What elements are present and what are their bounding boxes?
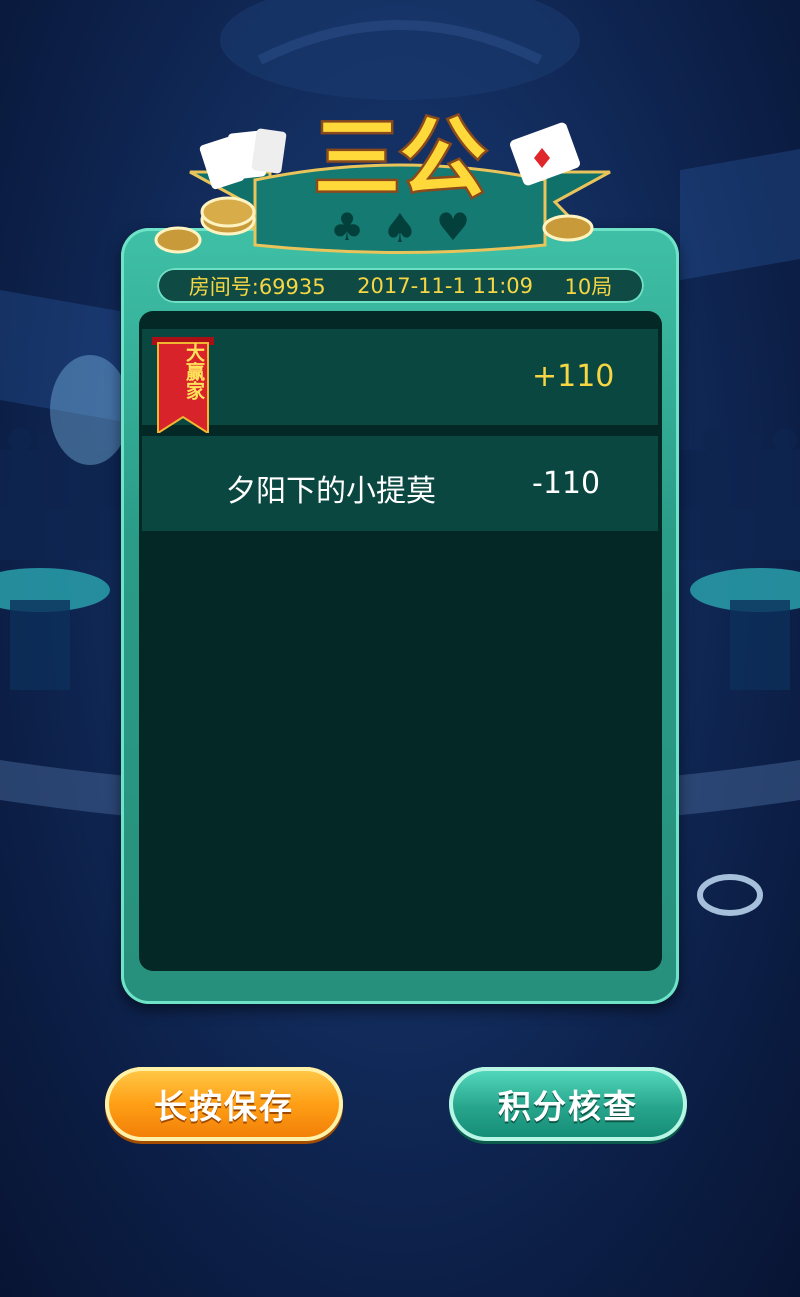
game-title: 三公 — [314, 109, 486, 209]
player-score: -110 — [532, 466, 601, 501]
heart-icon: ♥ — [436, 205, 470, 249]
save-button[interactable]: 长按保存 — [105, 1067, 343, 1141]
room-number: 房间号:69935 — [188, 274, 326, 299]
room-info-bar: 房间号:69935 2017-11-1 11:09 10局 — [157, 268, 644, 303]
spade-icon: ♠ — [382, 206, 418, 252]
winner-badge-text: 大赢家 — [183, 343, 205, 400]
score-check-button[interactable]: 积分核查 — [449, 1067, 687, 1141]
player-row-winner: 大赢家 +110 — [142, 329, 658, 433]
player-name: 夕阳下的小提莫 — [226, 474, 436, 509]
player-list: 大赢家 +110 夕阳下的小提莫 -110 — [139, 311, 662, 971]
club-icon: ♣ — [330, 205, 364, 249]
player-score: +110 — [532, 359, 615, 394]
title-banner: ♣ ♠ ♥ 三公 — [154, 107, 611, 254]
round-count: 10局 — [564, 274, 613, 299]
player-row: 夕阳下的小提莫 -110 — [142, 436, 658, 531]
game-datetime: 2017-11-1 11:09 — [357, 273, 534, 298]
